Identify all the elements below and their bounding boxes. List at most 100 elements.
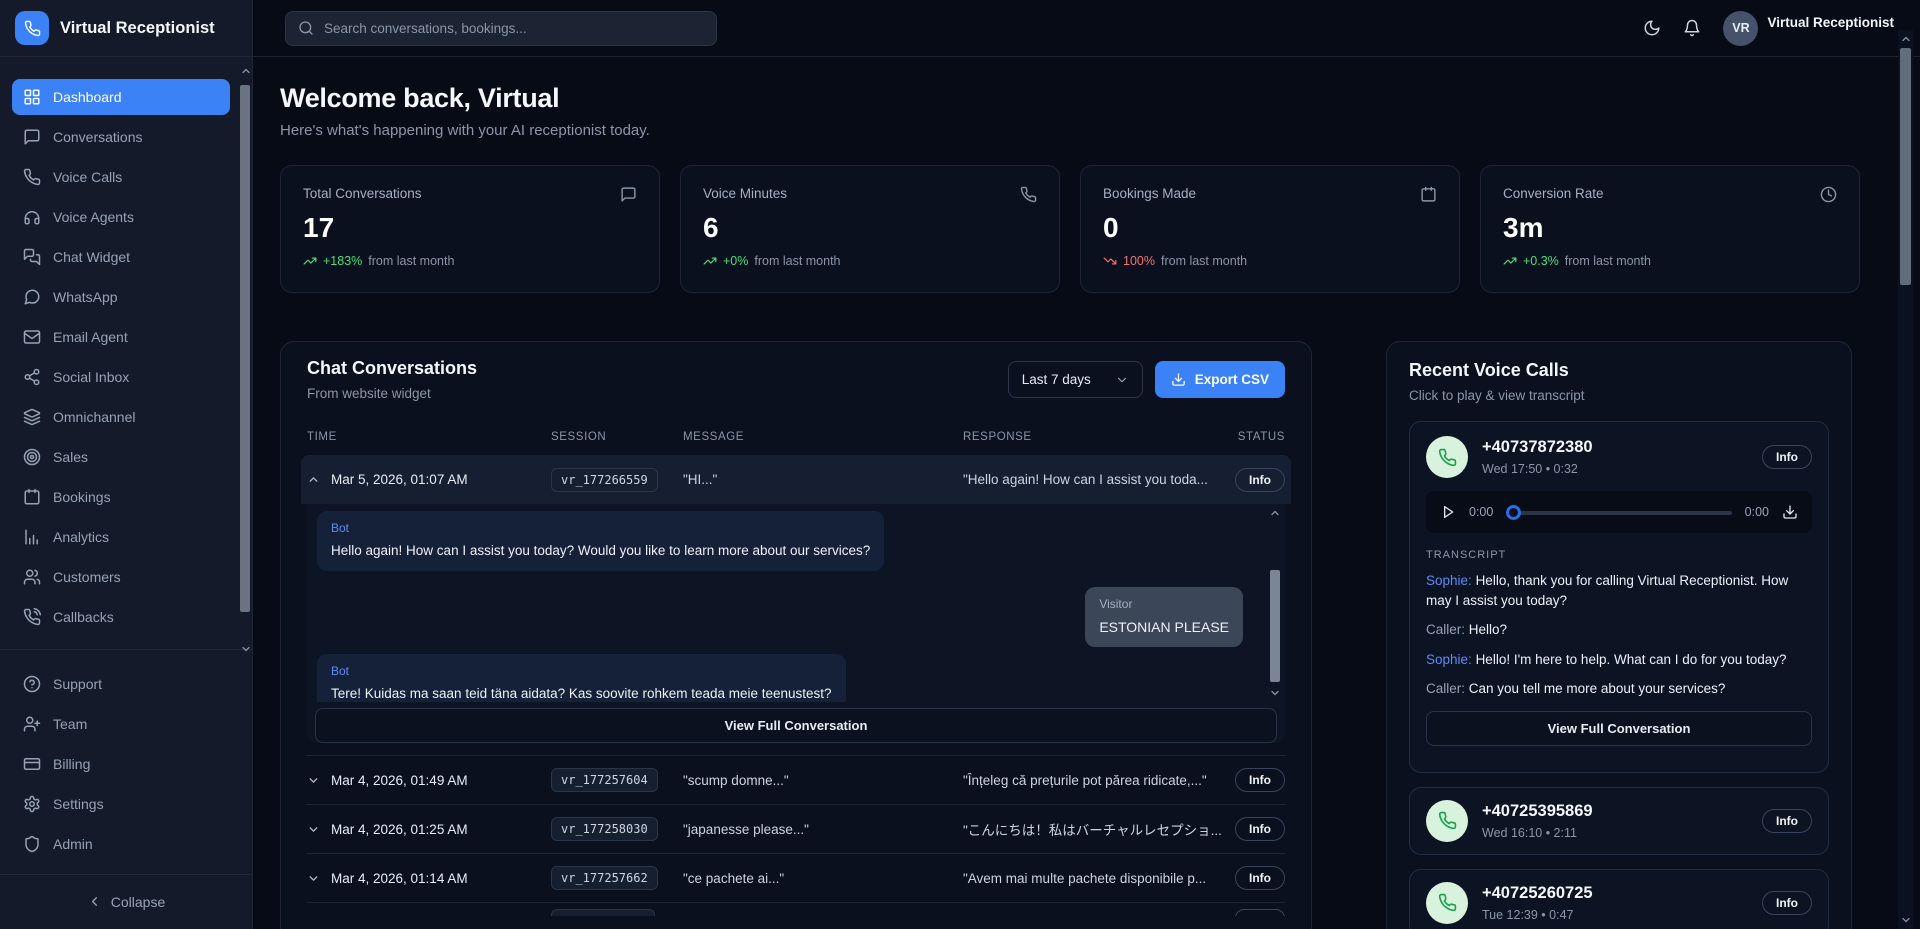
download-icon[interactable] (1782, 504, 1798, 520)
notifications-button[interactable] (1683, 19, 1701, 37)
sidebar-scrollbar[interactable] (239, 64, 252, 656)
info-badge[interactable]: Info (1762, 809, 1812, 833)
sidebar-scrollbar-thumb[interactable] (240, 85, 250, 612)
phone-icon (23, 168, 41, 186)
stat-value: 0 (1103, 212, 1437, 244)
stat-delta: +0%from last month (703, 254, 1037, 268)
sidebar-item-email-agent[interactable]: Email Agent (12, 319, 230, 355)
phone-avatar-icon (1426, 436, 1468, 478)
info-badge[interactable]: Info (1235, 768, 1285, 792)
recent-voice-calls-panel: Recent Voice Calls Click to play & view … (1386, 341, 1852, 929)
table-row[interactable]: Mar 4, 2026, 01:25 AM vr_177258030 "japa… (307, 804, 1285, 853)
info-badge[interactable]: Info (1235, 817, 1285, 841)
table-row[interactable]: Mar 4, 2026, 01:14 AM vr_177257662 "ce p… (307, 853, 1285, 902)
sidebar-item-bookings[interactable]: Bookings (12, 479, 230, 515)
share-icon (23, 368, 41, 386)
chevron-down-icon[interactable] (307, 823, 320, 836)
sidebar-item-whatsapp[interactable]: WhatsApp (12, 279, 230, 315)
headphones-icon (23, 208, 41, 226)
sidebar-item-team[interactable]: Team (12, 706, 230, 742)
dashboard-content: Welcome back, Virtual Here's what's happ… (253, 57, 1920, 929)
stat-delta: 100%from last month (1103, 254, 1437, 268)
bell-icon (1683, 19, 1701, 37)
sidebar-item-label: Admin (53, 836, 93, 852)
stat-card-voice-minutes: Voice Minutes 6 +0%from last month (680, 165, 1060, 293)
sidebar-item-social-inbox[interactable]: Social Inbox (12, 359, 230, 395)
chat-panel-title: Chat Conversations (307, 358, 477, 379)
brand-phone-icon (15, 11, 49, 45)
collapse-sidebar-button[interactable]: Collapse (0, 874, 252, 929)
play-icon[interactable] (1440, 504, 1456, 520)
voice-call-card[interactable]: +40725260725 Tue 12:39 • 0:47 Info (1409, 869, 1829, 929)
chat-panel-subtitle: From website widget (307, 386, 477, 401)
row-response: "Avem mai multe pachete disponibile p... (963, 871, 1221, 886)
sidebar-item-omnichannel[interactable]: Omnichannel (12, 399, 230, 435)
slider-thumb[interactable] (1506, 505, 1521, 520)
sidebar-item-chat-widget[interactable]: Chat Widget (12, 239, 230, 275)
date-range-select[interactable]: Last 7 days (1008, 361, 1143, 398)
search-input[interactable] (324, 21, 704, 36)
chevron-up-icon[interactable] (307, 473, 320, 486)
bar-chart-icon (23, 528, 41, 546)
chevron-up-icon[interactable] (1898, 32, 1913, 46)
sidebar-item-admin[interactable]: Admin (12, 826, 230, 862)
sidebar-item-callbacks[interactable]: Callbacks (12, 599, 230, 635)
phone-callback-icon (23, 608, 41, 626)
user-menu[interactable]: VR Virtual Receptionist (1723, 11, 1894, 46)
voice-call-card-expanded[interactable]: +40737872380 Wed 17:50 • 0:32 Info 0:00 (1409, 421, 1829, 773)
sidebar-item-analytics[interactable]: Analytics (12, 519, 230, 555)
transcript-line: Sophie: Hello, thank you for calling Vir… (1426, 571, 1812, 610)
session-badge: vr_177257662 (551, 866, 658, 890)
info-badge[interactable]: Info (1762, 891, 1812, 915)
page-scrollbar-thumb[interactable] (1900, 48, 1911, 285)
chevron-up-icon[interactable] (1269, 506, 1281, 520)
page-scrollbar[interactable] (1898, 30, 1913, 929)
chevron-down-icon[interactable] (239, 642, 252, 656)
conversation-scrollbar[interactable] (1269, 506, 1281, 700)
sidebar-item-support[interactable]: Support (12, 666, 230, 702)
sidebar-item-sales[interactable]: Sales (12, 439, 230, 475)
chevron-up-icon[interactable] (239, 64, 252, 78)
table-row-partial[interactable] (307, 902, 1285, 916)
chat-bubble-icon (23, 128, 41, 146)
sidebar-item-label: Bookings (53, 489, 111, 505)
chevron-down-icon[interactable] (1898, 913, 1913, 927)
sidebar-item-label: Settings (53, 796, 104, 812)
row-time: Mar 4, 2026, 01:49 AM (331, 773, 468, 788)
info-badge[interactable]: Info (1235, 468, 1285, 492)
stat-card-bookings-made: Bookings Made 0 100%from last month (1080, 165, 1460, 293)
chevron-left-icon (87, 894, 102, 909)
global-search[interactable] (285, 11, 717, 46)
export-csv-button[interactable]: Export CSV (1155, 361, 1285, 398)
seek-slider[interactable] (1506, 505, 1731, 520)
chevron-down-icon[interactable] (307, 774, 320, 787)
table-row-expanded[interactable]: Mar 5, 2026, 01:07 AM vr_177266559 "HI..… (301, 455, 1291, 504)
page-title: Welcome back, Virtual (280, 83, 1860, 114)
sidebar-item-dashboard[interactable]: Dashboard (12, 79, 230, 115)
session-badge: vr_177257604 (551, 768, 658, 792)
info-badge[interactable]: Info (1235, 866, 1285, 890)
voice-call-card[interactable]: +40725395869 Wed 16:10 • 2:11 Info (1409, 787, 1829, 855)
expanded-conversation: Mar 5, 2026, 01:07 AM vr_177266559 "HI..… (307, 455, 1285, 743)
sidebar-item-customers[interactable]: Customers (12, 559, 230, 595)
table-row[interactable]: Mar 4, 2026, 01:49 AM vr_177257604 "scum… (307, 755, 1285, 804)
chat-bubble-icon (620, 186, 637, 203)
info-badge (1235, 909, 1285, 916)
moon-icon (1643, 19, 1661, 37)
trending-up-icon (703, 254, 717, 268)
chevron-down-icon[interactable] (1269, 686, 1281, 700)
info-badge[interactable]: Info (1762, 445, 1812, 469)
stat-value: 17 (303, 212, 637, 244)
topbar-actions: VR Virtual Receptionist (1643, 11, 1894, 46)
sidebar-item-voice-agents[interactable]: Voice Agents (12, 199, 230, 235)
sidebar-item-billing[interactable]: Billing (12, 746, 230, 782)
theme-toggle-button[interactable] (1643, 19, 1661, 37)
sidebar-item-conversations[interactable]: Conversations (12, 119, 230, 155)
calendar-icon (1420, 186, 1437, 203)
sidebar-item-voice-calls[interactable]: Voice Calls (12, 159, 230, 195)
chevron-down-icon[interactable] (307, 872, 320, 885)
view-full-conversation-button[interactable]: View Full Conversation (1426, 711, 1812, 746)
sidebar-item-settings[interactable]: Settings (12, 786, 230, 822)
conversation-scrollbar-thumb[interactable] (1270, 570, 1280, 682)
view-full-conversation-button[interactable]: View Full Conversation (315, 708, 1277, 743)
